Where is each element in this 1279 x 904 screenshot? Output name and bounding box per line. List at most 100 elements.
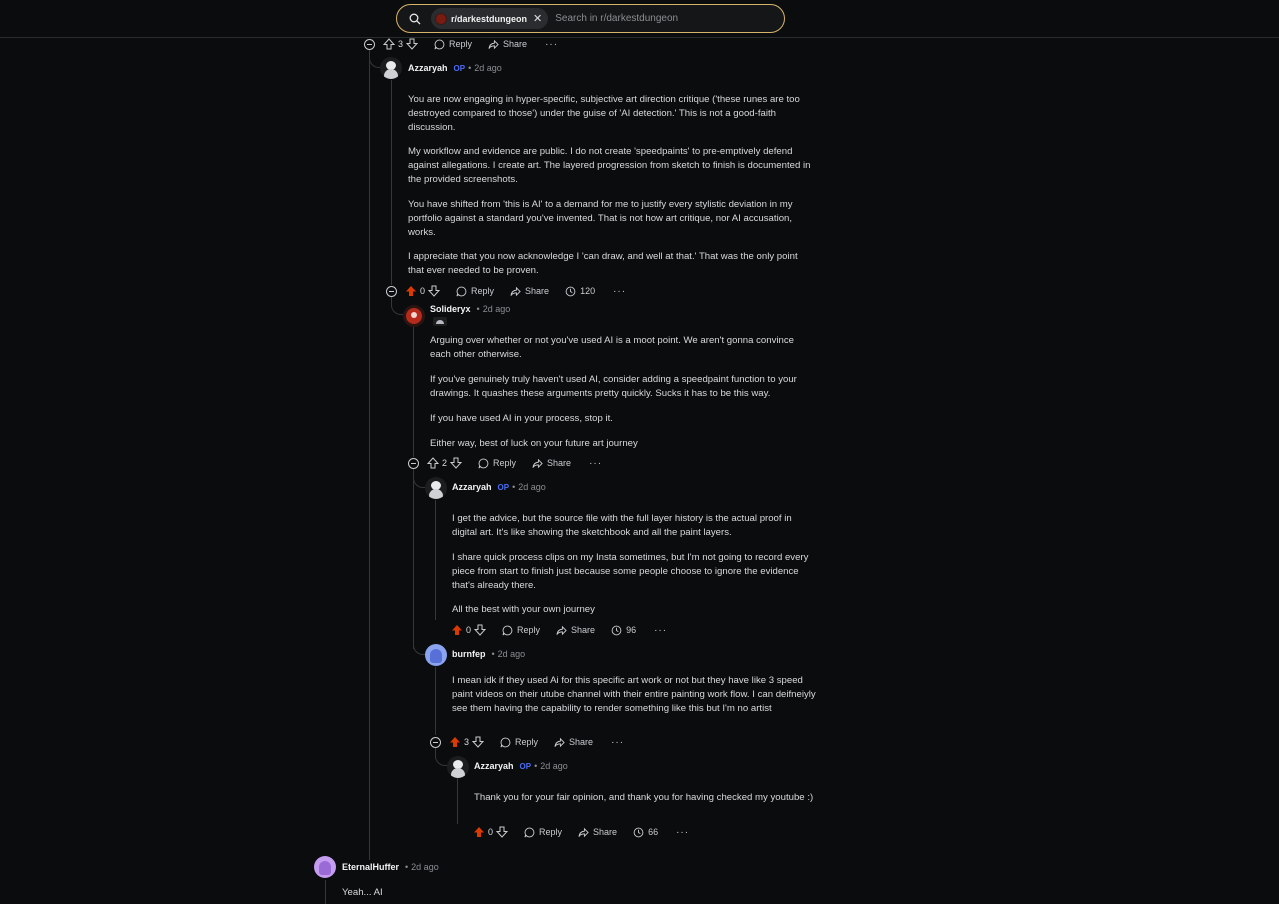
upvote-icon[interactable] [405, 285, 417, 297]
share-icon [556, 625, 567, 635]
reply-label: Reply [515, 737, 539, 747]
share-button[interactable]: Share [532, 458, 571, 469]
comment-actions: 0 Reply Share 66 ··· [473, 824, 689, 840]
reply-icon [500, 737, 511, 747]
avatar[interactable] [380, 57, 402, 79]
reply-button[interactable]: Reply [500, 737, 538, 748]
reply-label: Reply [493, 458, 517, 468]
reply-icon [456, 286, 467, 296]
op-badge: OP [497, 482, 510, 492]
thread-line[interactable] [435, 500, 436, 620]
subreddit-icon [435, 12, 447, 25]
thread-line[interactable] [435, 667, 436, 735]
more-options-button[interactable]: ··· [545, 39, 558, 50]
award-count: 96 [626, 625, 637, 635]
remove-filter-icon[interactable]: ✕ [533, 12, 542, 25]
comment-actions: 3 Reply Share ··· [364, 36, 558, 52]
reply-icon [524, 827, 535, 837]
thread-line[interactable] [457, 778, 458, 824]
avatar[interactable] [425, 644, 447, 666]
reply-icon [434, 39, 445, 49]
avatar[interactable] [447, 756, 469, 778]
avatar[interactable] [403, 305, 425, 327]
reply-button[interactable]: Reply [524, 827, 562, 838]
author-name[interactable]: EternalHuffer [342, 862, 399, 872]
op-badge: OP [453, 63, 466, 73]
timestamp[interactable]: 2d ago [540, 761, 568, 771]
comment-paragraph: Arguing over whether or not you've used … [430, 335, 794, 360]
more-options-button[interactable]: ··· [613, 286, 626, 297]
subreddit-filter-chip[interactable]: r/darkestdungeon ✕ [431, 8, 549, 29]
comment-paragraph: Yeah... AI [342, 887, 383, 898]
author-name[interactable]: Azzaryah [474, 761, 514, 771]
share-button[interactable]: Share [556, 625, 595, 636]
more-options-button[interactable]: ··· [676, 827, 689, 838]
collapse-thread-icon[interactable] [408, 457, 419, 469]
downvote-icon[interactable] [406, 38, 419, 50]
share-button[interactable]: Share [554, 737, 593, 748]
collapse-thread-icon[interactable] [430, 736, 441, 748]
author-name[interactable]: burnfep [452, 649, 486, 659]
thread-line[interactable] [325, 880, 326, 904]
downvote-icon[interactable] [450, 457, 463, 469]
comment-meta: EternalHuffer • 2d ago [342, 860, 439, 874]
comment-meta: Azzaryah OP • 2d ago [408, 61, 502, 75]
comment-actions: 0 Reply Share 96 ··· [451, 622, 667, 638]
share-button[interactable]: Share [578, 827, 617, 838]
thread-line[interactable] [391, 80, 392, 285]
reply-button[interactable]: Reply [434, 39, 472, 50]
award-count-button[interactable]: 66 [633, 827, 658, 838]
collapse-thread-icon[interactable] [364, 38, 375, 50]
comment-actions: 0 Reply Share 120 ··· [386, 283, 626, 299]
upvote-icon[interactable] [383, 38, 395, 50]
collapse-thread-icon[interactable] [386, 285, 397, 297]
avatar[interactable] [425, 477, 447, 499]
thread-line[interactable] [413, 469, 414, 649]
timestamp[interactable]: 2d ago [498, 649, 526, 659]
more-options-button[interactable]: ··· [654, 625, 667, 636]
comment-paragraph: All the best with your own journey [452, 604, 595, 615]
thread-line[interactable] [369, 50, 370, 860]
share-button[interactable]: Share [488, 39, 527, 50]
downvote-icon[interactable] [474, 624, 487, 636]
share-icon [578, 827, 589, 837]
search-bar[interactable]: r/darkestdungeon ✕ Search in r/darkestdu… [396, 4, 785, 33]
award-count-button[interactable]: 96 [611, 625, 636, 636]
reply-button[interactable]: Reply [502, 625, 540, 636]
vote-count: 3 [398, 39, 404, 49]
award-count-button[interactable]: 120 [565, 286, 595, 297]
reply-button[interactable]: Reply [478, 458, 516, 469]
share-button[interactable]: Share [510, 286, 549, 297]
separator: • [468, 63, 472, 73]
thread-line[interactable] [413, 326, 414, 457]
downvote-icon[interactable] [428, 285, 441, 297]
more-options-button[interactable]: ··· [611, 737, 624, 748]
downvote-icon[interactable] [472, 736, 485, 748]
comment-paragraph: You have shifted from 'this is AI' to a … [408, 199, 793, 238]
timestamp[interactable]: 2d ago [518, 482, 546, 492]
downvote-icon[interactable] [496, 826, 509, 838]
share-label: Share [503, 39, 528, 49]
vote-count: 0 [466, 625, 472, 635]
reply-icon [502, 625, 513, 635]
separator: • [476, 304, 480, 314]
comment-paragraph: Thank you for your fair opinion, and tha… [474, 792, 814, 803]
separator: • [534, 761, 538, 771]
upvote-icon[interactable] [427, 457, 439, 469]
search-input[interactable]: Search in r/darkestdungeon [555, 13, 678, 24]
author-name[interactable]: Azzaryah [408, 63, 448, 73]
comment-actions: 2 Reply Share ··· [408, 455, 602, 471]
more-options-button[interactable]: ··· [589, 458, 602, 469]
share-label: Share [571, 625, 596, 635]
upvote-icon[interactable] [449, 736, 461, 748]
reply-button[interactable]: Reply [456, 286, 494, 297]
author-name[interactable]: Azzaryah [452, 482, 492, 492]
upvote-icon[interactable] [451, 624, 463, 636]
thread-branch [413, 643, 425, 655]
upvote-icon[interactable] [473, 826, 485, 838]
avatar[interactable] [314, 856, 336, 878]
timestamp[interactable]: 2d ago [474, 63, 502, 73]
author-name[interactable]: Solideryx [430, 304, 471, 314]
timestamp[interactable]: 2d ago [411, 862, 439, 872]
timestamp[interactable]: 2d ago [483, 304, 511, 314]
